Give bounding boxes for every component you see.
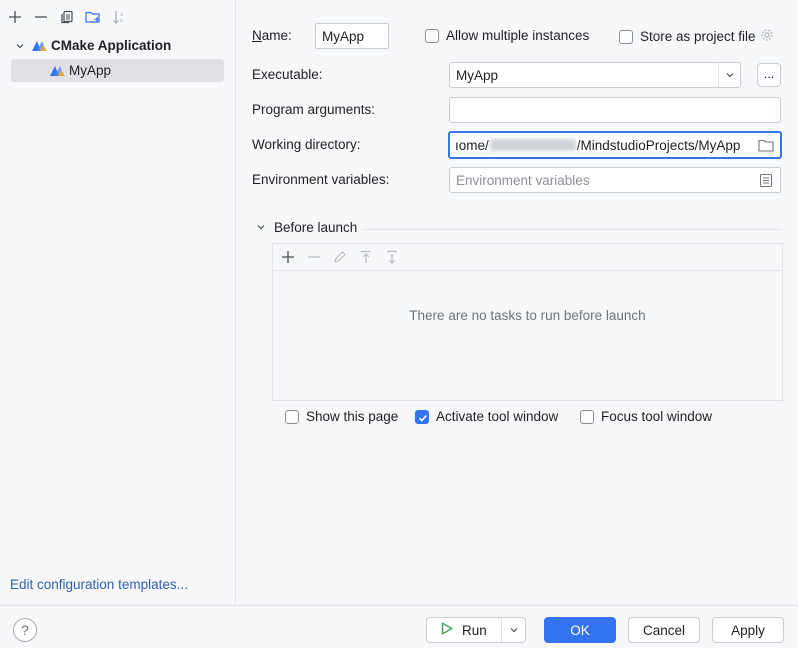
activate-tool-label: Activate tool window <box>436 409 559 424</box>
svg-text:z: z <box>120 18 123 24</box>
chevron-down-icon[interactable] <box>718 63 740 87</box>
chevron-down-icon[interactable] <box>256 220 266 235</box>
store-as-project-file-checkbox[interactable]: Store as project file <box>619 28 774 45</box>
show-page-checkbox-box[interactable] <box>285 409 299 424</box>
focus-tool-window-checkbox[interactable]: Focus tool window <box>580 409 712 424</box>
move-up-icon[interactable] <box>355 246 377 268</box>
name-input[interactable]: MyApp <box>315 23 389 49</box>
show-this-page-checkbox[interactable]: Show this page <box>285 409 398 424</box>
activate-tool-window-checkbox[interactable]: Activate tool window <box>415 409 558 424</box>
executable-value: MyApp <box>456 67 499 83</box>
allow-multiple-label: Allow multiple instances <box>446 28 590 43</box>
before-launch-header[interactable]: Before launch <box>256 220 357 235</box>
before-launch-tasks-panel: There are no tasks to run before launch <box>272 243 783 401</box>
sort-alphabetically-icon[interactable]: az <box>108 6 130 28</box>
edit-configuration-templates-link[interactable]: Edit configuration templates... <box>10 577 188 592</box>
tree-toolbar: az <box>4 6 130 28</box>
list-icon[interactable] <box>760 174 772 190</box>
redacted-username <box>489 139 576 151</box>
before-launch-title: Before launch <box>274 220 358 235</box>
help-button[interactable]: ? <box>13 618 37 642</box>
store-project-checkbox-box[interactable] <box>619 29 633 44</box>
chevron-down-icon[interactable] <box>13 41 27 51</box>
focus-tool-label: Focus tool window <box>601 409 713 424</box>
show-page-label: Show this page <box>306 409 399 424</box>
new-folder-icon[interactable] <box>82 6 104 28</box>
tree-group-label: CMake Application <box>51 38 172 53</box>
ok-button[interactable]: OK <box>544 617 616 643</box>
tree-item-myapp[interactable]: MyApp <box>11 59 224 82</box>
section-divider <box>362 229 782 230</box>
name-label-mnemonic: N <box>252 28 262 43</box>
run-icon <box>441 622 453 638</box>
activate-tool-checkbox-box[interactable] <box>415 409 429 424</box>
name-input-value: MyApp <box>322 28 365 44</box>
working-directory-label: Working directory: <box>252 137 361 152</box>
cmake-icon <box>31 39 49 53</box>
working-directory-suffix: /MindstudioProjects/MyApp <box>576 137 741 153</box>
allow-multiple-checkbox-box[interactable] <box>425 28 439 43</box>
remove-icon[interactable] <box>30 6 52 28</box>
run-label: Run <box>462 622 487 638</box>
program-arguments-input[interactable] <box>449 97 781 123</box>
before-launch-empty-text: There are no tasks to run before launch <box>409 308 646 323</box>
environment-variables-input[interactable]: Environment variables <box>449 167 781 193</box>
remove-icon[interactable] <box>303 246 325 268</box>
add-icon[interactable] <box>4 6 26 28</box>
chevron-down-icon[interactable] <box>501 618 525 642</box>
configurations-tree-pane: az CMake Application MyApp Edit configur… <box>0 0 236 605</box>
working-directory-input[interactable]: ıome/ /MindstudioProjects/MyApp <box>448 131 782 159</box>
allow-multiple-instances-checkbox[interactable]: Allow multiple instances <box>425 28 589 43</box>
environment-variables-label: Environment variables: <box>252 172 390 187</box>
apply-button[interactable]: Apply <box>712 617 784 643</box>
before-launch-toolbar <box>273 244 782 271</box>
edit-icon[interactable] <box>329 246 351 268</box>
dialog-button-bar: ? Run OK Cancel Apply <box>0 605 798 648</box>
working-directory-prefix: ıome/ <box>455 137 489 153</box>
tree-group-cmake-application[interactable]: CMake Application <box>11 34 224 57</box>
focus-tool-checkbox-box[interactable] <box>580 409 594 424</box>
cancel-button[interactable]: Cancel <box>628 617 700 643</box>
gear-icon[interactable] <box>760 28 774 45</box>
store-project-label: Store as project file <box>640 29 756 44</box>
add-icon[interactable] <box>277 246 299 268</box>
executable-browse-button[interactable]: ... <box>757 63 781 87</box>
program-arguments-label: Program arguments: <box>252 102 376 117</box>
environment-variables-placeholder: Environment variables <box>456 172 590 188</box>
name-label: Name: <box>252 28 292 43</box>
cmake-icon <box>49 64 67 78</box>
copy-icon[interactable] <box>56 6 78 28</box>
folder-icon[interactable] <box>758 139 774 155</box>
move-down-icon[interactable] <box>381 246 403 268</box>
name-label-rest: ame: <box>261 28 292 43</box>
executable-label: Executable: <box>252 67 323 82</box>
tree-item-label: MyApp <box>69 63 112 78</box>
run-button[interactable]: Run <box>426 617 526 643</box>
executable-combobox[interactable]: MyApp <box>449 62 741 88</box>
